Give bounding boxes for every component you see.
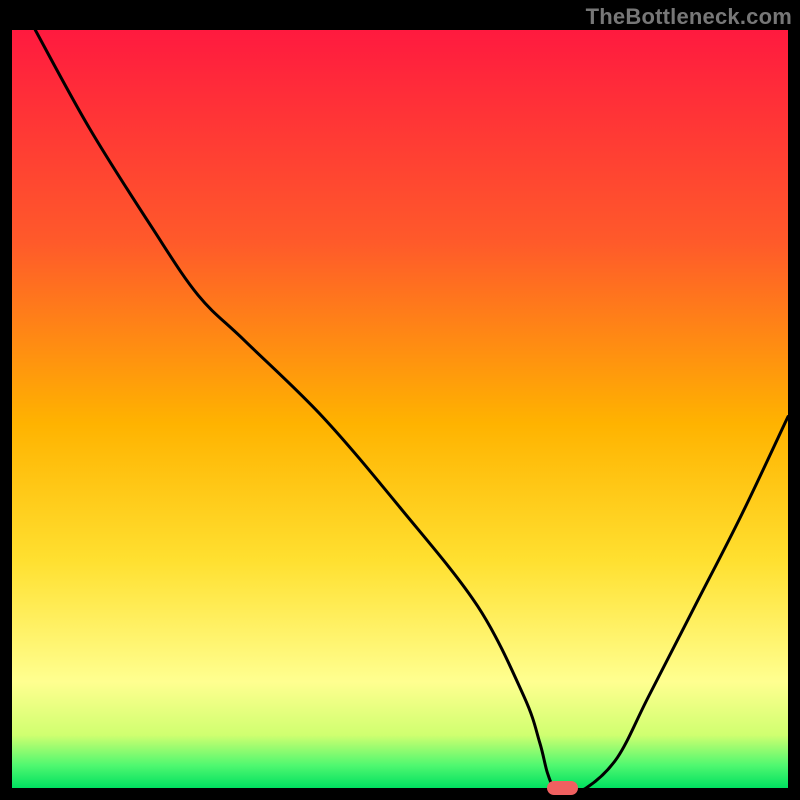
watermark-label: TheBottleneck.com bbox=[586, 4, 792, 30]
bottleneck-plot-svg bbox=[12, 30, 788, 788]
plot-area bbox=[12, 30, 788, 788]
optimal-point-marker bbox=[547, 781, 578, 795]
gradient-background bbox=[12, 30, 788, 788]
chart-container: TheBottleneck.com bbox=[0, 0, 800, 800]
